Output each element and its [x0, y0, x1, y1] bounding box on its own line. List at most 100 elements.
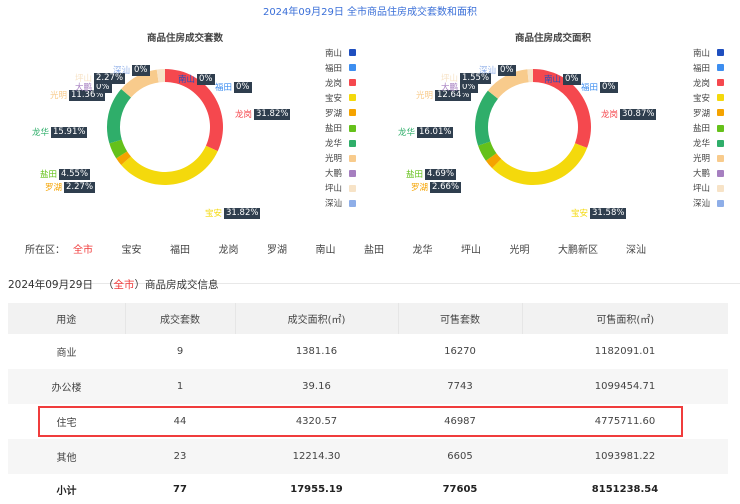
legend-label: 福田	[325, 63, 343, 74]
legend-item[interactable]: 龙华	[693, 136, 725, 151]
district-filter-label: 所在区：	[25, 245, 65, 256]
legend-item[interactable]: 南山	[693, 45, 725, 60]
slice-label-value: 30.87%	[620, 108, 657, 120]
slice-label: 盐田 4.69%	[406, 168, 457, 180]
slice-label: 深汕 0%	[479, 64, 516, 76]
info-district: 全市	[113, 279, 135, 291]
table-cell: 77	[173, 483, 187, 495]
legend-item[interactable]: 深汕	[693, 196, 725, 211]
info-caption: ）商品房成交信息	[134, 279, 219, 291]
legend-item[interactable]: 宝安	[693, 90, 725, 105]
slice-label: 盐田 4.55%	[40, 168, 91, 180]
slice-label-name: 罗湖	[411, 183, 429, 193]
district-tab-南山[interactable]: 南山	[316, 241, 365, 256]
column-header: 成交套数	[125, 303, 236, 334]
slice-宝安[interactable]	[492, 143, 588, 186]
legend-item[interactable]: 龙岗	[325, 75, 357, 90]
legend-item[interactable]: 龙岗	[693, 75, 725, 90]
highlight-box	[38, 406, 683, 437]
legend-swatch	[349, 64, 357, 72]
legend-label: 龙岗	[325, 78, 343, 89]
table-row: 其他 23 12214.30 6605 1093981.22	[8, 439, 728, 474]
slice-label-value: 15.91%	[51, 126, 88, 138]
district-tab-龙岗[interactable]: 龙岗	[219, 241, 268, 256]
district-tab-光明[interactable]: 光明	[510, 241, 559, 256]
slice-label: 深汕 0%	[113, 64, 150, 76]
legend-swatch	[717, 169, 725, 177]
legend-item[interactable]: 光明	[693, 151, 725, 166]
table-cell: 1093981.22	[522, 439, 728, 474]
slice-label: 南山 0%	[178, 73, 215, 85]
legend-label: 深汕	[325, 199, 343, 210]
legend-item[interactable]: 大鹏	[325, 166, 357, 181]
legend-item[interactable]: 罗湖	[693, 105, 725, 120]
legend-label: 光明	[325, 154, 343, 165]
legend-item[interactable]: 盐田	[325, 120, 357, 135]
legend: 南山福田龙岗 宝安罗湖 盐田龙华光明 大鹏 坪山深汕	[325, 45, 357, 211]
legend-item[interactable]: 福田	[325, 60, 357, 75]
slice-label: 罗湖 2.27%	[45, 181, 96, 193]
chart-units: 商品住房成交套数 南山 0% 福田 0% 龙岗 31.82% 宝安 31.82% 罗湖 2.27%…	[0, 20, 370, 219]
table-cell: 77605	[442, 483, 478, 495]
table-cell: 1182091.01	[594, 346, 656, 357]
legend-label: 宝安	[693, 93, 711, 104]
slice-宝安[interactable]	[121, 145, 218, 185]
table-cell: 商业	[56, 348, 77, 359]
legend-label: 龙华	[693, 139, 711, 150]
legend-item[interactable]: 深汕	[325, 196, 357, 211]
legend-item[interactable]: 南山	[325, 45, 357, 60]
legend-swatch	[349, 124, 357, 132]
slice-label-name: 罗湖	[45, 183, 63, 193]
slice-龙华[interactable]	[475, 90, 498, 146]
table-cell: 1	[125, 369, 235, 404]
legend-label: 龙岗	[693, 78, 711, 89]
page-title: 2024年09月29日 全市商品住房成交套数和面积	[262, 7, 478, 18]
legend-swatch	[349, 109, 357, 117]
slice-label-value: 4.55%	[59, 168, 91, 180]
district-tab-全市[interactable]: 全市	[73, 241, 122, 256]
slice-label-value: 0%	[197, 73, 215, 85]
slice-龙华[interactable]	[107, 89, 132, 144]
legend-swatch	[717, 109, 725, 117]
legend-label: 坪山	[693, 184, 711, 195]
slice-label-name: 宝安	[571, 209, 589, 219]
legend-label: 大鹏	[693, 169, 711, 180]
slice-label-name: 南山	[178, 75, 196, 85]
district-tab-盐田[interactable]: 盐田	[364, 241, 413, 256]
legend-item[interactable]: 福田	[693, 60, 725, 75]
legend-swatch	[349, 49, 357, 57]
slice-label-name: 龙华	[398, 128, 416, 138]
district-tab-福田[interactable]: 福田	[170, 241, 219, 256]
legend-item[interactable]: 罗湖	[325, 105, 357, 120]
district-tab-深汕[interactable]: 深汕	[626, 241, 675, 256]
slice-label-name: 坪山	[441, 74, 459, 84]
slice-label: 南山 0%	[544, 73, 581, 85]
district-tab-罗湖[interactable]: 罗湖	[267, 241, 316, 256]
legend-item[interactable]: 光明	[325, 151, 357, 166]
district-tab-坪山[interactable]: 坪山	[461, 241, 510, 256]
legend-item[interactable]: 盐田	[693, 120, 725, 135]
table-cell: 9	[176, 346, 184, 357]
legend-swatch	[349, 169, 357, 177]
legend-label: 龙华	[325, 139, 343, 150]
district-tab-龙华[interactable]: 龙华	[413, 241, 462, 256]
legend-label: 罗湖	[325, 108, 343, 119]
legend-swatch	[717, 79, 725, 87]
legend-item[interactable]: 坪山	[325, 181, 357, 196]
legend-swatch	[349, 154, 357, 162]
table-cell: 6605	[398, 439, 522, 474]
legend-item[interactable]: 龙华	[325, 136, 357, 151]
slice-label-name: 龙岗	[601, 110, 619, 120]
slice-label: 龙华 16.01%	[398, 126, 454, 138]
slice-label-name: 光明	[50, 91, 68, 101]
legend-item[interactable]: 大鹏	[693, 166, 725, 181]
legend-swatch	[717, 184, 725, 192]
slice-label-value: 31.82%	[224, 207, 261, 219]
district-tab-大鹏新区[interactable]: 大鹏新区	[558, 241, 626, 256]
slice-label: 龙岗 31.82%	[235, 108, 291, 120]
legend-item[interactable]: 宝安	[325, 90, 357, 105]
legend-swatch	[717, 94, 725, 102]
legend-swatch	[717, 199, 725, 207]
legend-item[interactable]: 坪山	[693, 181, 725, 196]
district-tab-宝安[interactable]: 宝安	[122, 241, 171, 256]
